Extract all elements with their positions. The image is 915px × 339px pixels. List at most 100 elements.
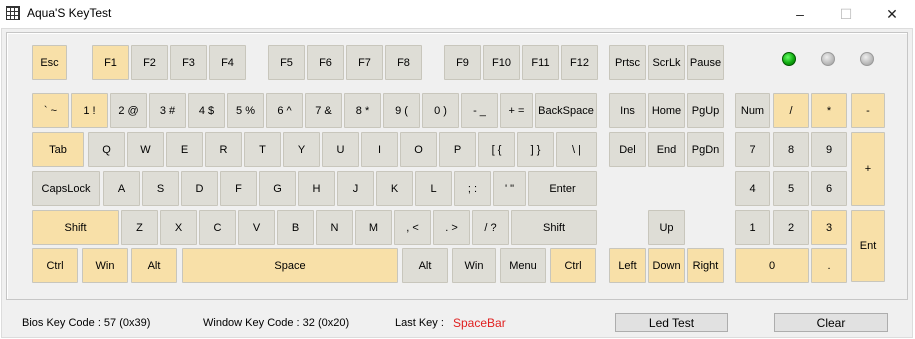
key-u[interactable]: U [322, 132, 359, 167]
key-np-slash[interactable]: / [773, 93, 809, 128]
key-7[interactable]: 7 & [305, 93, 342, 128]
key-home[interactable]: Home [648, 93, 685, 128]
key-f8[interactable]: F8 [385, 45, 422, 80]
key-2[interactable]: 2 @ [110, 93, 147, 128]
key-np2[interactable]: 2 [773, 210, 809, 245]
key-end[interactable]: End [648, 132, 685, 167]
key-pgup[interactable]: PgUp [687, 93, 724, 128]
key-np-dot[interactable]: . [811, 248, 847, 283]
key-rshift[interactable]: Shift [511, 210, 597, 245]
key-c[interactable]: C [199, 210, 236, 245]
key-r[interactable]: R [205, 132, 242, 167]
key-z[interactable]: Z [121, 210, 158, 245]
key-del[interactable]: Del [609, 132, 646, 167]
key-slash[interactable]: / ? [472, 210, 509, 245]
key-prtsc[interactable]: Prtsc [609, 45, 646, 80]
key-o[interactable]: O [400, 132, 437, 167]
key-pause[interactable]: Pause [687, 45, 724, 80]
key-semicolon[interactable]: ; : [454, 171, 491, 206]
key-y[interactable]: Y [283, 132, 320, 167]
key-np1[interactable]: 1 [735, 210, 770, 245]
key-n[interactable]: N [316, 210, 353, 245]
key-0[interactable]: 0 ) [422, 93, 459, 128]
key-q[interactable]: Q [88, 132, 125, 167]
key-capslock[interactable]: CapsLock [32, 171, 100, 206]
key-backslash[interactable]: \ | [556, 132, 597, 167]
key-lbracket[interactable]: [ { [478, 132, 515, 167]
key-equals[interactable]: + = [500, 93, 533, 128]
key-g[interactable]: G [259, 171, 296, 206]
key-np6[interactable]: 6 [811, 171, 847, 206]
clear-button[interactable]: Clear [774, 313, 888, 332]
key-np9[interactable]: 9 [811, 132, 847, 167]
key-m[interactable]: M [355, 210, 392, 245]
key-np0[interactable]: 0 [735, 248, 809, 283]
key-backtick[interactable]: ` ~ [32, 93, 69, 128]
key-f3[interactable]: F3 [170, 45, 207, 80]
key-h[interactable]: H [298, 171, 335, 206]
key-d[interactable]: D [181, 171, 218, 206]
key-f9[interactable]: F9 [444, 45, 481, 80]
key-lshift[interactable]: Shift [32, 210, 119, 245]
key-8[interactable]: 8 * [344, 93, 381, 128]
key-space[interactable]: Space [182, 248, 398, 283]
key-ins[interactable]: Ins [609, 93, 646, 128]
key-a[interactable]: A [103, 171, 140, 206]
key-pgdn[interactable]: PgDn [687, 132, 724, 167]
led-test-button[interactable]: Led Test [615, 313, 728, 332]
key-np-enter[interactable]: Ent [851, 210, 885, 282]
key-minus[interactable]: - _ [461, 93, 498, 128]
key-l[interactable]: L [415, 171, 452, 206]
key-v[interactable]: V [238, 210, 275, 245]
key-1[interactable]: 1 ! [71, 93, 108, 128]
key-f7[interactable]: F7 [346, 45, 383, 80]
key-3[interactable]: 3 # [149, 93, 186, 128]
key-menu[interactable]: Menu [500, 248, 546, 283]
key-t[interactable]: T [244, 132, 281, 167]
key-enter[interactable]: Enter [528, 171, 597, 206]
key-6[interactable]: 6 ^ [266, 93, 303, 128]
key-f2[interactable]: F2 [131, 45, 168, 80]
key-4[interactable]: 4 $ [188, 93, 225, 128]
key-j[interactable]: J [337, 171, 374, 206]
key-num[interactable]: Num [735, 93, 770, 128]
key-np5[interactable]: 5 [773, 171, 809, 206]
key-f11[interactable]: F11 [522, 45, 559, 80]
key-f12[interactable]: F12 [561, 45, 598, 80]
key-right[interactable]: Right [687, 248, 724, 283]
key-x[interactable]: X [160, 210, 197, 245]
key-scrlk[interactable]: ScrLk [648, 45, 685, 80]
key-backspace[interactable]: BackSpace [535, 93, 597, 128]
key-np8[interactable]: 8 [773, 132, 809, 167]
key-e[interactable]: E [166, 132, 203, 167]
key-rbracket[interactable]: ] } [517, 132, 554, 167]
key-ralt[interactable]: Alt [402, 248, 448, 283]
close-button[interactable]: ✕ [869, 0, 915, 28]
key-quote[interactable]: ' " [493, 171, 526, 206]
key-up[interactable]: Up [648, 210, 685, 245]
key-left[interactable]: Left [609, 248, 646, 283]
key-comma[interactable]: , < [394, 210, 431, 245]
key-np7[interactable]: 7 [735, 132, 770, 167]
key-lwin[interactable]: Win [82, 248, 128, 283]
key-p[interactable]: P [439, 132, 476, 167]
key-np-star[interactable]: * [811, 93, 847, 128]
minimize-button[interactable]: – [777, 0, 823, 28]
key-esc[interactable]: Esc [32, 45, 67, 80]
key-rwin[interactable]: Win [452, 248, 496, 283]
key-f[interactable]: F [220, 171, 257, 206]
key-f4[interactable]: F4 [209, 45, 246, 80]
key-k[interactable]: K [376, 171, 413, 206]
key-lctrl[interactable]: Ctrl [32, 248, 78, 283]
key-i[interactable]: I [361, 132, 398, 167]
key-w[interactable]: W [127, 132, 164, 167]
key-f10[interactable]: F10 [483, 45, 520, 80]
key-down[interactable]: Down [648, 248, 685, 283]
key-f6[interactable]: F6 [307, 45, 344, 80]
key-tab[interactable]: Tab [32, 132, 84, 167]
key-np3[interactable]: 3 [811, 210, 847, 245]
key-period[interactable]: . > [433, 210, 470, 245]
key-rctrl[interactable]: Ctrl [550, 248, 596, 283]
key-f5[interactable]: F5 [268, 45, 305, 80]
key-9[interactable]: 9 ( [383, 93, 420, 128]
